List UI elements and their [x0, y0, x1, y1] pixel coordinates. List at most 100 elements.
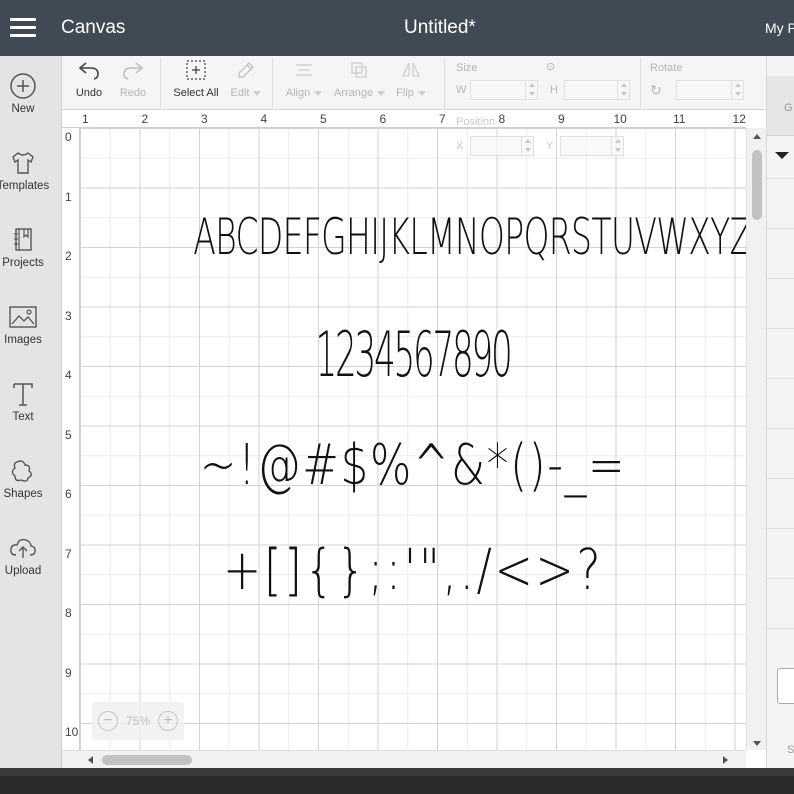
panel-divider [767, 428, 794, 429]
scroll-up-icon[interactable] [753, 134, 761, 139]
rotate-icon: ↻ [650, 82, 662, 98]
align-label: Align [285, 87, 311, 99]
undo-label: Undo [75, 87, 103, 99]
ruler-top-label: 5 [320, 112, 327, 126]
arrange-label: Arrange [334, 87, 374, 99]
horizontal-scrollbar[interactable] [62, 750, 746, 768]
panel-bottom-label: S [787, 744, 794, 756]
scroll-left-icon[interactable] [88, 756, 93, 764]
ruler-left-label: 0 [65, 130, 72, 144]
flip-icon [401, 62, 421, 77]
width-label: W [456, 84, 467, 96]
nav-shapes[interactable]: Shapes [0, 457, 46, 527]
nav-new-label: New [11, 103, 35, 115]
ruler-top-label: 7 [439, 112, 446, 126]
text-icon [13, 383, 33, 406]
my-projects-link[interactable]: My P [765, 20, 794, 36]
tshirt-icon [12, 152, 34, 174]
select-all-button[interactable]: Select All [170, 60, 222, 99]
ruler-top-label: 9 [558, 112, 565, 126]
nav-shapes-label: Shapes [3, 488, 43, 500]
nav-images-label: Images [4, 334, 42, 346]
ruler-top-label: 3 [201, 112, 208, 126]
toolbar-divider [444, 58, 445, 108]
panel-divider [767, 328, 794, 329]
align-button[interactable]: Align [284, 60, 324, 99]
arrange-icon [351, 62, 367, 78]
x-stepper[interactable] [521, 136, 533, 156]
layers-tab[interactable]: G [767, 76, 794, 136]
arrange-button[interactable]: Arrange [334, 60, 386, 99]
chevron-down-icon [253, 90, 262, 96]
panel-divider [767, 228, 794, 229]
rotate-stepper[interactable] [731, 80, 743, 100]
app-title: Canvas [61, 17, 126, 38]
height-stepper[interactable] [617, 80, 629, 100]
toolbar: Undo Redo Select All Edit Align Arrange … [62, 56, 766, 110]
bottom-bar [0, 768, 794, 794]
x-field[interactable] [470, 136, 534, 156]
ruler-left-label: 1 [65, 189, 72, 204]
position-label: Position [456, 116, 496, 128]
nav-text[interactable]: Text [0, 380, 46, 450]
nav-templates-label: Templates [0, 180, 50, 192]
horizontal-scroll-thumb[interactable] [102, 755, 192, 765]
flip-label: Flip [396, 87, 414, 99]
projects-icon [14, 228, 32, 251]
toolbar-divider [272, 58, 273, 108]
panel-button[interactable] [777, 668, 794, 704]
toolbar-divider [160, 58, 161, 108]
redo-label: Redo [119, 87, 147, 99]
chevron-down-icon [417, 90, 426, 96]
vertical-scrollbar[interactable] [746, 128, 766, 750]
width-field[interactable] [470, 80, 538, 100]
plus-circle-icon [10, 73, 36, 99]
ruler-top-label: 10 [613, 112, 627, 126]
flip-button[interactable]: Flip [394, 60, 428, 99]
nav-upload[interactable]: Upload [0, 534, 46, 604]
undo-button[interactable]: Undo [74, 60, 104, 99]
y-field[interactable] [560, 136, 624, 156]
ruler-left-label: 9 [65, 665, 72, 680]
ruler-top-label: 6 [379, 112, 387, 126]
ruler-left-label: 8 [65, 606, 72, 620]
vertical-scroll-thumb[interactable] [752, 150, 762, 220]
ruler-left-label: 10 [65, 725, 79, 739]
nav-projects[interactable]: Projects [0, 226, 46, 296]
select-all-icon [186, 60, 206, 80]
nav-images[interactable]: Images [0, 303, 46, 373]
panel-divider [767, 278, 794, 279]
lock-icon[interactable]: ⊙ [546, 60, 555, 73]
panel-divider [767, 528, 794, 529]
upload-icon [10, 538, 36, 558]
scroll-down-icon[interactable] [753, 741, 761, 746]
edit-label: Edit [230, 87, 250, 99]
hamburger-menu-icon[interactable] [10, 18, 36, 38]
scroll-right-icon[interactable] [723, 756, 728, 764]
zoom-out-button[interactable]: − [98, 711, 118, 731]
redo-button[interactable]: Redo [118, 60, 148, 99]
ruler-left-label: 2 [65, 249, 72, 263]
collapse-caret-icon[interactable] [775, 152, 789, 159]
rotate-field[interactable] [676, 80, 744, 100]
y-stepper[interactable] [611, 136, 623, 156]
design-canvas[interactable]: Position X Y ABCDEFGHIJKLMNOPQRSTUVWXYZ … [62, 110, 766, 768]
ruler-left-label: 6 [65, 487, 72, 501]
size-label: Size [456, 62, 478, 74]
ruler-top-label: 4 [260, 112, 268, 126]
panel-divider [767, 578, 794, 579]
edit-icon [238, 62, 254, 78]
left-sidebar: New Templates Projects Images Text Shape… [0, 56, 62, 768]
nav-templates[interactable]: Templates [0, 149, 49, 219]
edit-button[interactable]: Edit [228, 60, 264, 99]
numbers-line: 1234567890 [315, 318, 513, 391]
panel-divider [767, 478, 794, 479]
nav-new[interactable]: New [0, 72, 46, 142]
align-icon [296, 64, 312, 76]
image-icon [9, 306, 37, 328]
zoom-in-button[interactable]: + [158, 711, 178, 731]
shapes-icon [11, 460, 32, 482]
height-field[interactable] [564, 80, 630, 100]
select-all-label: Select All [173, 87, 219, 99]
width-stepper[interactable] [525, 80, 537, 100]
